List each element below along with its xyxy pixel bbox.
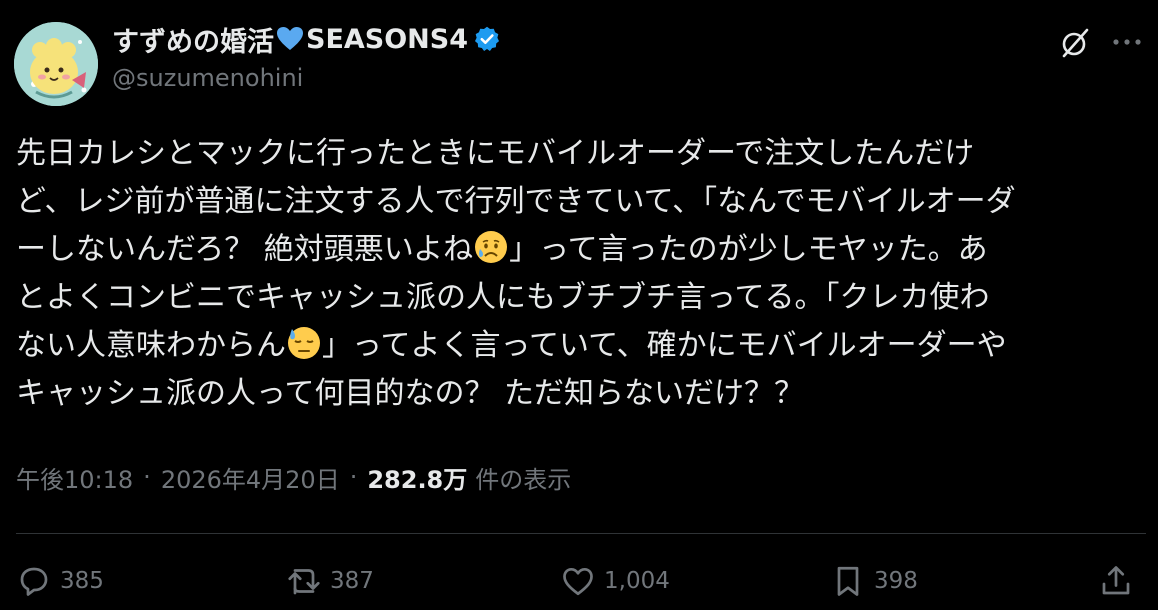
author-name-suffix[interactable]: SEASONS4: [306, 24, 468, 55]
tweet-text-line: ーしないんだろ？ 絶対頭悪いよね 」って言ったのが少しモヤッた。あ: [16, 226, 1146, 274]
retweet-count: 387: [330, 568, 374, 594]
views-count: 282.8万: [367, 465, 468, 494]
tweet-text-line: 先日カレシとマックに行ったときにモバイルオーダーで注文したんだけ: [16, 136, 975, 171]
tweet-date[interactable]: 2026年4月20日: [161, 460, 340, 495]
bookmark-icon: [837, 566, 859, 596]
like-button[interactable]: 1,004: [560, 556, 670, 606]
tweet-time[interactable]: 午後10:18: [16, 460, 133, 495]
bookmark-button[interactable]: 398: [830, 556, 918, 606]
author-block: すずめの婚活 SEASONS4 @suzumenohini: [112, 18, 501, 92]
action-bar: 385 387 1,004 398: [0, 556, 1158, 606]
sad-but-relieved-face-emoji: [475, 231, 508, 263]
tweet-text-segment: 」ってよく言っていて、確かにモバイルオーダーや: [322, 328, 1007, 363]
bookmark-count: 398: [874, 568, 918, 594]
tweet-text-segment: ない人意味わからん: [16, 328, 286, 363]
like-icon: [563, 567, 593, 596]
more-icon[interactable]: [1110, 30, 1144, 54]
grok-icon[interactable]: [1058, 26, 1092, 60]
tweet-text-segment: 」って言ったのが少しモヤッた。あ: [509, 232, 988, 267]
meta-separator: ·: [349, 463, 358, 491]
share-button[interactable]: [1098, 556, 1142, 606]
tweet-meta: 午後10:18 · 2026年4月20日 · 282.8万 件の表示: [16, 457, 571, 497]
tweet-text-line: ど、レジ前が普通に注文する人で行列できていて、「なんでモバイルオーダ: [16, 184, 1016, 219]
share-icon: [1102, 566, 1130, 595]
downcast-face-with-sweat-emoji: [288, 327, 320, 359]
avatar-image: [14, 22, 98, 106]
tweet-text-segment: ーしないんだろ？ 絶対頭悪いよね: [16, 232, 474, 267]
reply-count: 385: [60, 568, 104, 594]
reply-button[interactable]: 385: [16, 556, 104, 606]
tweet-text-line: とよくコンビニでキャッシュ派の人にもブチブチ言ってる。「クレカ使わ: [16, 280, 990, 315]
tweet: すずめの婚活 SEASONS4 @suzumenohini 先日カレシとマックに…: [0, 0, 1158, 610]
retweet-icon: [288, 569, 320, 595]
author-name-row[interactable]: すずめの婚活 SEASONS4: [112, 18, 501, 60]
like-count: 1,004: [604, 568, 670, 594]
tweet-text-line: ない人意味わからん 」ってよく言っていて、確かにモバイルオーダーや: [16, 322, 1146, 370]
divider: [16, 533, 1146, 534]
blue-heart-icon: [277, 27, 303, 50]
meta-separator: ·: [143, 463, 151, 491]
tweet-text-line: キャッシュ派の人って何目的なの？ ただ知らないだけ？？: [16, 376, 805, 411]
tweet-text: 先日カレシとマックに行ったときにモバイルオーダーで注文したんだけ ど、レジ前が普…: [16, 130, 1146, 418]
author-display-name[interactable]: すずめの婚活: [112, 20, 274, 59]
retweet-button[interactable]: 387: [286, 556, 374, 606]
verified-badge-icon[interactable]: [473, 25, 501, 53]
author-handle[interactable]: @suzumenohini: [112, 64, 501, 92]
reply-icon: [20, 567, 48, 596]
views-label: 件の表示: [475, 465, 572, 494]
avatar[interactable]: [14, 22, 98, 106]
